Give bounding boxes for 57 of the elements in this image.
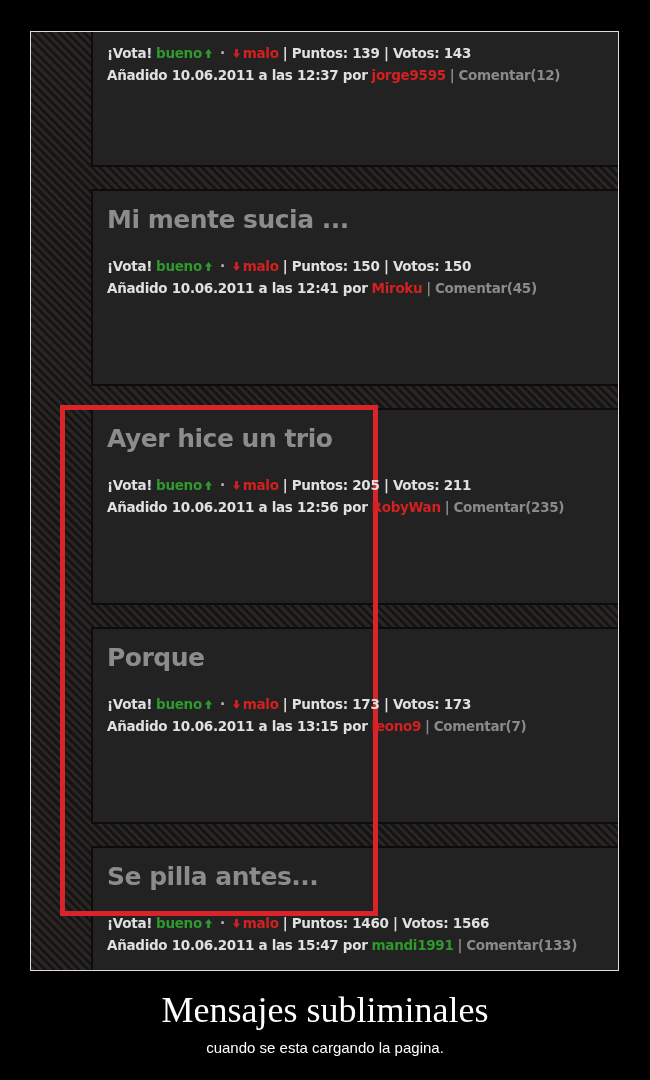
down-arrow-icon — [231, 917, 241, 929]
vote-label: ¡Vota! — [107, 914, 153, 933]
author-link[interactable]: mandi1991 — [371, 934, 454, 956]
vote-label: ¡Vota! — [107, 257, 153, 276]
vote-down-link[interactable]: malo — [231, 693, 279, 715]
separator: · — [218, 914, 226, 933]
comment-link[interactable]: Comentar(133) — [466, 934, 577, 956]
vote-label: ¡Vota! — [107, 44, 153, 63]
up-arrow-icon — [203, 47, 213, 59]
comment-link[interactable]: Comentar(45) — [435, 277, 537, 299]
separator: · — [218, 257, 226, 276]
up-arrow-icon — [203, 260, 213, 272]
vote-down-link[interactable]: malo — [231, 255, 279, 277]
separator: | — [457, 936, 463, 956]
up-arrow-icon — [203, 917, 213, 929]
vote-stats: | Puntos: 1460 | Votos: 1566 — [282, 914, 490, 934]
post-title: Mi mente sucia ... — [107, 205, 350, 236]
post-title: Ayer hice un trio — [107, 424, 334, 455]
separator: · — [218, 44, 226, 63]
poster-subtitle: cuando se esta cargando la pagina. — [205, 1039, 445, 1056]
vote-up-link[interactable]: bueno — [156, 255, 213, 277]
comment-link[interactable]: Comentar(235) — [453, 496, 565, 518]
down-arrow-icon — [231, 260, 241, 272]
vote-label: ¡Vota! — [107, 695, 153, 714]
vote-down-link[interactable]: malo — [231, 912, 279, 934]
separator: | — [425, 717, 430, 737]
vote-stats: | Puntos: 139 | Votos: 143 — [282, 44, 471, 64]
vote-up-link[interactable]: bueno — [156, 912, 213, 934]
down-arrow-icon — [231, 47, 241, 59]
vote-down-link[interactable]: malo — [231, 474, 279, 496]
vote-down-link[interactable]: malo — [231, 42, 279, 64]
separator: | — [444, 498, 450, 518]
author-link[interactable]: Miroku — [371, 277, 423, 299]
separator: · — [218, 695, 226, 714]
up-arrow-icon — [203, 479, 213, 491]
down-arrow-icon — [231, 698, 241, 710]
separator: | — [449, 66, 455, 86]
author-link[interactable]: jorge9595 — [371, 64, 446, 86]
down-arrow-icon — [231, 479, 241, 491]
separator: · — [218, 476, 226, 495]
post-title: Porque — [107, 643, 206, 674]
vote-label: ¡Vota! — [107, 476, 153, 495]
comment-link[interactable]: Comentar(12) — [458, 64, 561, 86]
vote-up-link[interactable]: bueno — [156, 42, 213, 64]
date-text: Añadido 10.06.2011 a las 12:37 por — [107, 66, 368, 85]
date-text: Añadido 10.06.2011 a las 15:47 por — [107, 936, 368, 955]
date-text: Añadido 10.06.2011 a las 12:41 por — [107, 279, 368, 298]
date-text: Añadido 10.06.2011 a las 13:15 por — [107, 717, 368, 736]
comment-link[interactable]: Comentar(7) — [433, 715, 527, 737]
vote-up-link[interactable]: bueno — [156, 693, 213, 715]
poster-title: Mensajes subliminales — [160, 989, 490, 1031]
post-title: Se pilla antes... — [107, 862, 320, 893]
up-arrow-icon — [203, 698, 213, 710]
separator: | — [426, 279, 431, 299]
vote-up-link[interactable]: bueno — [156, 474, 213, 496]
vote-stats: | Puntos: 150 | Votos: 150 — [282, 257, 471, 277]
date-text: Añadido 10.06.2011 a las 12:56 por — [107, 498, 368, 517]
